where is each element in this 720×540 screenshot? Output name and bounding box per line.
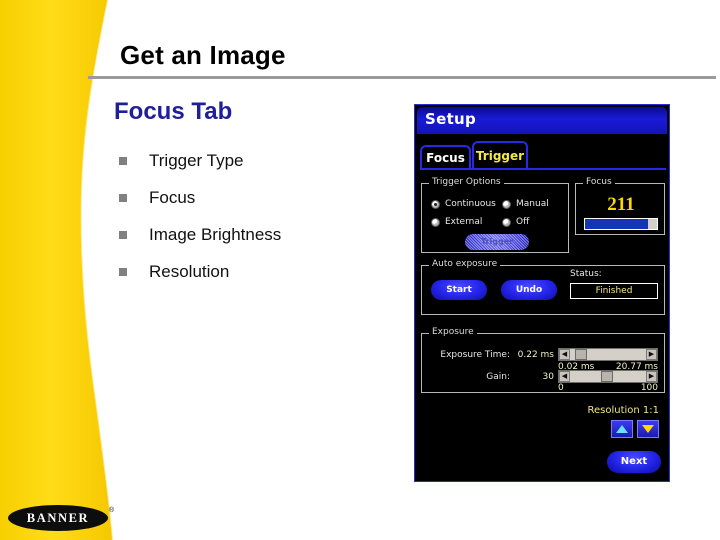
yellow-swoosh-decoration <box>0 0 114 540</box>
radio-unselected-icon <box>502 200 511 209</box>
start-button[interactable]: Start <box>431 280 487 300</box>
focus-group: Focus 211 <box>575 177 665 235</box>
slider-right-arrow-icon[interactable]: ▶ <box>646 349 657 360</box>
registered-mark: ® <box>109 507 115 514</box>
radio-manual-label: Manual <box>516 199 549 209</box>
gain-min: 0 <box>558 383 564 393</box>
square-bullet-icon <box>119 268 127 276</box>
gain-max: 100 <box>640 383 658 393</box>
list-item-label: Resolution <box>149 262 230 281</box>
exposure-time-value: 0.22 ms <box>517 350 554 360</box>
focus-progress-bar <box>584 218 658 230</box>
page-title: Get an Image <box>120 40 286 70</box>
auto-exposure-group: Auto exposure Start Undo Status: Finishe… <box>421 259 665 315</box>
exposure-time-slider[interactable]: ◀ ▶ <box>558 348 658 361</box>
list-item-label: Focus <box>149 188 196 207</box>
section-heading: Focus Tab <box>114 98 233 125</box>
radio-unselected-icon <box>431 218 440 227</box>
tab-strip-underline <box>420 168 666 170</box>
radio-selected-icon <box>431 200 440 209</box>
next-button[interactable]: Next <box>607 451 661 473</box>
list-item: Resolution <box>114 259 404 296</box>
dialog-titlebar: Setup <box>417 107 667 134</box>
tab-trigger[interactable]: Trigger <box>472 141 528 169</box>
status-label: Status: <box>570 269 602 279</box>
dialog-title: Setup <box>425 110 477 128</box>
resolution-down-button[interactable] <box>637 420 659 438</box>
slider-right-arrow-icon[interactable]: ▶ <box>646 371 657 382</box>
list-item: Trigger Type <box>114 148 404 185</box>
logo-text: BANNER <box>26 511 90 525</box>
gain-label: Gain: <box>486 372 510 382</box>
trigger-options-legend: Trigger Options <box>429 177 504 187</box>
radio-external-label: External <box>445 217 483 227</box>
exposure-group: Exposure Exposure Time: 0.22 ms ◀ ▶ 0.02… <box>421 327 665 393</box>
status-value: Finished <box>570 283 658 299</box>
radio-off-label: Off <box>516 217 530 227</box>
square-bullet-icon <box>119 194 127 202</box>
auto-exposure-legend: Auto exposure <box>429 259 501 269</box>
trigger-options-group: Trigger Options Continuous Manual Extern… <box>421 177 569 253</box>
resolution-label: Resolution 1:1 <box>587 405 659 416</box>
list-item: Focus <box>114 185 404 222</box>
square-bullet-icon <box>119 231 127 239</box>
triangle-up-icon <box>616 425 628 433</box>
slider-thumb[interactable] <box>601 371 613 382</box>
slider-left-arrow-icon[interactable]: ◀ <box>559 371 570 382</box>
square-bullet-icon <box>119 157 127 165</box>
title-divider <box>88 76 716 79</box>
slider-left-arrow-icon[interactable]: ◀ <box>559 349 570 360</box>
list-item-label: Trigger Type <box>149 151 244 170</box>
slider-thumb[interactable] <box>575 349 587 360</box>
gain-slider[interactable]: ◀ ▶ <box>558 370 658 383</box>
undo-button[interactable]: Undo <box>501 280 557 300</box>
list-item: Image Brightness <box>114 222 404 259</box>
setup-dialog-screenshot: Setup Focus Trigger Trigger Options Cont… <box>414 104 670 482</box>
trigger-button[interactable]: Trigger <box>465 234 529 250</box>
tab-focus[interactable]: Focus <box>420 145 471 169</box>
radio-continuous-label: Continuous <box>445 199 496 209</box>
list-item-label: Image Brightness <box>149 225 282 244</box>
bullet-list: Trigger Type Focus Image Brightness Reso… <box>114 148 404 296</box>
focus-legend: Focus <box>583 177 615 187</box>
resolution-up-button[interactable] <box>611 420 633 438</box>
gain-value: 30 <box>542 372 554 382</box>
radio-unselected-icon <box>502 218 511 227</box>
triangle-down-icon <box>642 425 654 433</box>
banner-logo: BANNER ® <box>8 505 115 531</box>
focus-progress-fill <box>585 219 648 229</box>
focus-value: 211 <box>607 194 635 215</box>
exposure-legend: Exposure <box>429 327 477 337</box>
exposure-time-label: Exposure Time: <box>440 350 510 360</box>
